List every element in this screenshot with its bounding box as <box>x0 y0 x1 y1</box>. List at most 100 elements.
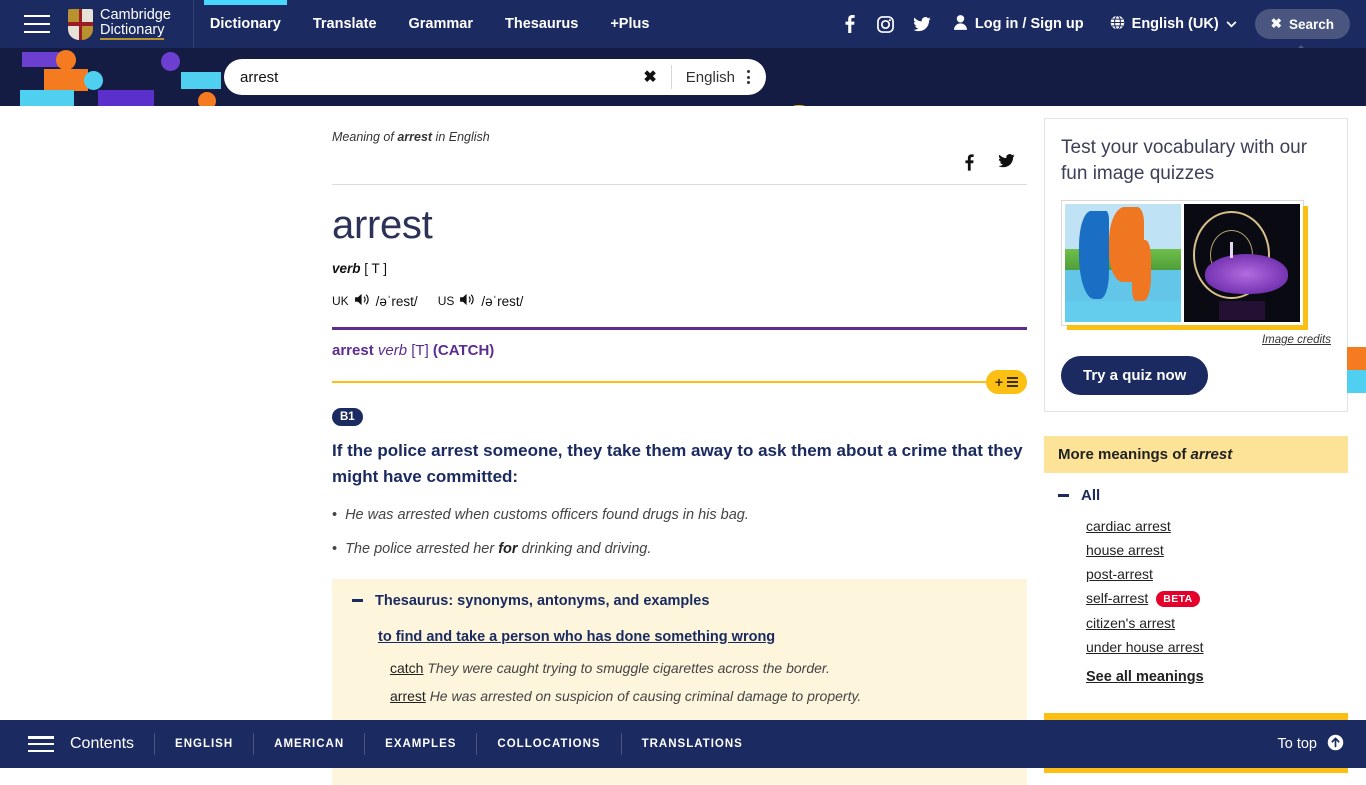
dictionary-entry-column: Meaning of arrest in English arrest verb… <box>332 106 1027 785</box>
nav-item-grammar[interactable]: Grammar <box>393 0 489 48</box>
list-item: house arrest <box>1086 538 1334 562</box>
thesaurus-example: He was arrested on suspicion of causing … <box>430 688 862 704</box>
clear-search-icon[interactable]: ✖ <box>629 67 670 87</box>
more-meanings-all-label: All <box>1081 487 1100 504</box>
search-options-kebab-icon[interactable] <box>747 70 766 84</box>
page-title: arrest <box>332 185 1027 248</box>
nav-item-translate[interactable]: Translate <box>297 0 393 48</box>
example-item: • He was arrested when customs officers … <box>332 505 1027 539</box>
example-text: He was arrested when customs officers fo… <box>345 507 749 523</box>
search-language-selector[interactable]: English <box>672 69 747 86</box>
meaning-link[interactable]: post-arrest <box>1086 566 1153 582</box>
meaning-link[interactable]: under house arrest <box>1086 639 1204 655</box>
list-item: post-arrest <box>1086 562 1334 586</box>
contents-hamburger-icon[interactable] <box>28 736 54 752</box>
example-bold: for <box>498 541 517 557</box>
thesaurus-term[interactable]: catch <box>390 660 423 676</box>
sense-pos: verb <box>378 342 407 359</box>
instagram-icon[interactable] <box>868 0 904 48</box>
list-item: self-arrestBETA <box>1086 586 1334 611</box>
search-bar-row: ✖ English Grammar English–Spanish Spanis… <box>0 48 1366 106</box>
tab-english[interactable]: ENGLISH <box>155 738 253 750</box>
main-content-area: Meaning of arrest in English arrest verb… <box>0 106 1366 768</box>
definition-text: If the police arrest someone, they take … <box>332 426 1027 489</box>
bullet-icon: • <box>332 539 337 561</box>
thesaurus-toggle[interactable]: Thesaurus: synonyms, antonyms, and examp… <box>352 593 1009 609</box>
language-label: English (UK) <box>1132 16 1219 32</box>
nav-item-thesaurus[interactable]: Thesaurus <box>489 0 594 48</box>
sense-gram: [T] <box>411 342 429 359</box>
nav-right-group: Log in / Sign up English (UK) ✖ Search <box>832 0 1366 48</box>
add-to-wordlist-button[interactable]: + <box>986 370 1027 394</box>
contents-label[interactable]: Contents <box>70 735 154 753</box>
example-item: • The police arrested her for drinking a… <box>332 539 1027 573</box>
example-list: • He was arrested when customs officers … <box>332 489 1027 573</box>
meaning-link[interactable]: house arrest <box>1086 542 1164 558</box>
thesaurus-title: Thesaurus: synonyms, antonyms, and examp… <box>375 593 709 609</box>
thesaurus-row: catch They were caught trying to smuggle… <box>390 651 1009 680</box>
more-meanings-prefix: More meanings of <box>1058 446 1191 463</box>
ipa-us: /əˈrest/ <box>481 294 537 309</box>
cambridge-dictionary-logo[interactable]: Cambridge Dictionary <box>68 8 193 40</box>
search-input[interactable] <box>224 60 629 94</box>
try-a-quiz-button[interactable]: Try a quiz now <box>1061 356 1208 395</box>
quiz-promo-card: Test your vocabulary with our fun image … <box>1044 118 1348 412</box>
meaning-link[interactable]: cardiac arrest <box>1086 518 1171 534</box>
meaning-link[interactable]: self-arrest <box>1086 590 1148 606</box>
sense-word: arrest <box>332 342 374 359</box>
list-item: citizen's arrest <box>1086 611 1334 635</box>
quiz-image-waterslide <box>1065 204 1181 322</box>
breadcrumb-suffix: in English <box>432 130 490 144</box>
nav-item-plus[interactable]: +Plus <box>594 0 665 48</box>
breadcrumb-prefix: Meaning of <box>332 130 397 144</box>
chevron-down-icon <box>1226 16 1237 32</box>
tab-collocations[interactable]: COLLOCATIONS <box>477 738 620 750</box>
quiz-promo-images[interactable] <box>1061 200 1304 326</box>
list-item: cardiac arrest <box>1086 514 1334 538</box>
pron-region-uk: UK <box>332 294 349 308</box>
top-navigation-bar: Cambridge Dictionary Dictionary Translat… <box>0 0 1366 48</box>
tab-examples[interactable]: EXAMPLES <box>365 738 476 750</box>
language-selector[interactable]: English (UK) <box>1098 15 1249 34</box>
cambridge-crest-icon <box>68 9 93 40</box>
tab-american[interactable]: AMERICAN <box>254 738 364 750</box>
twitter-icon[interactable] <box>904 0 940 48</box>
example-text-post: drinking and driving. <box>518 541 652 557</box>
part-of-speech-row: verb [ T ] <box>332 248 1027 276</box>
plus-icon: + <box>995 375 1003 389</box>
see-all-meanings-link[interactable]: See all meanings <box>1086 669 1334 685</box>
search-toggle-label: Search <box>1289 17 1334 32</box>
example-text: The police arrested her <box>345 541 498 557</box>
more-meanings-all-toggle[interactable]: All <box>1058 487 1334 504</box>
pronunciation-row: UK /əˈrest/ US /əˈrest/ <box>332 276 1027 309</box>
meaning-link[interactable]: citizen's arrest <box>1086 615 1175 631</box>
facebook-icon[interactable] <box>832 0 868 48</box>
login-signup-button[interactable]: Log in / Sign up <box>940 15 1098 34</box>
tab-translations[interactable]: TRANSLATIONS <box>622 738 763 750</box>
share-facebook-icon[interactable] <box>965 154 974 176</box>
thesaurus-term[interactable]: arrest <box>390 688 426 704</box>
to-top-button[interactable]: To top <box>1278 734 1366 755</box>
sidebar: Test your vocabulary with our fun image … <box>1044 106 1348 773</box>
nav-item-dictionary[interactable]: Dictionary <box>194 0 297 48</box>
user-icon <box>954 15 967 34</box>
login-signup-label: Log in / Sign up <box>975 16 1084 32</box>
share-twitter-icon[interactable] <box>998 154 1015 176</box>
cefr-level-badge: B1 <box>332 408 363 426</box>
more-meanings-list: cardiac arrest house arrest post-arrest … <box>1086 514 1334 659</box>
thesaurus-example: They were caught trying to smuggle cigar… <box>427 660 830 676</box>
primary-nav-links: Dictionary Translate Grammar Thesaurus +… <box>194 0 666 48</box>
minus-icon <box>352 599 363 602</box>
search-toggle-button[interactable]: ✖ Search <box>1255 9 1350 39</box>
audio-play-us-icon[interactable] <box>460 293 475 309</box>
bullet-icon: • <box>332 505 337 527</box>
audio-play-uk-icon[interactable] <box>355 293 370 309</box>
to-top-label: To top <box>1278 736 1318 752</box>
menu-hamburger-icon[interactable] <box>24 15 50 33</box>
image-credits-link[interactable]: Image credits <box>1061 334 1331 346</box>
breadcrumb-row: Meaning of arrest in English <box>332 106 1027 176</box>
thesaurus-subtitle[interactable]: to find and take a person who has done s… <box>378 629 1009 645</box>
brand-line-2: Dictionary <box>100 23 164 41</box>
search-box: ✖ English <box>224 59 766 95</box>
more-meanings-body: All cardiac arrest house arrest post-arr… <box>1044 473 1348 695</box>
